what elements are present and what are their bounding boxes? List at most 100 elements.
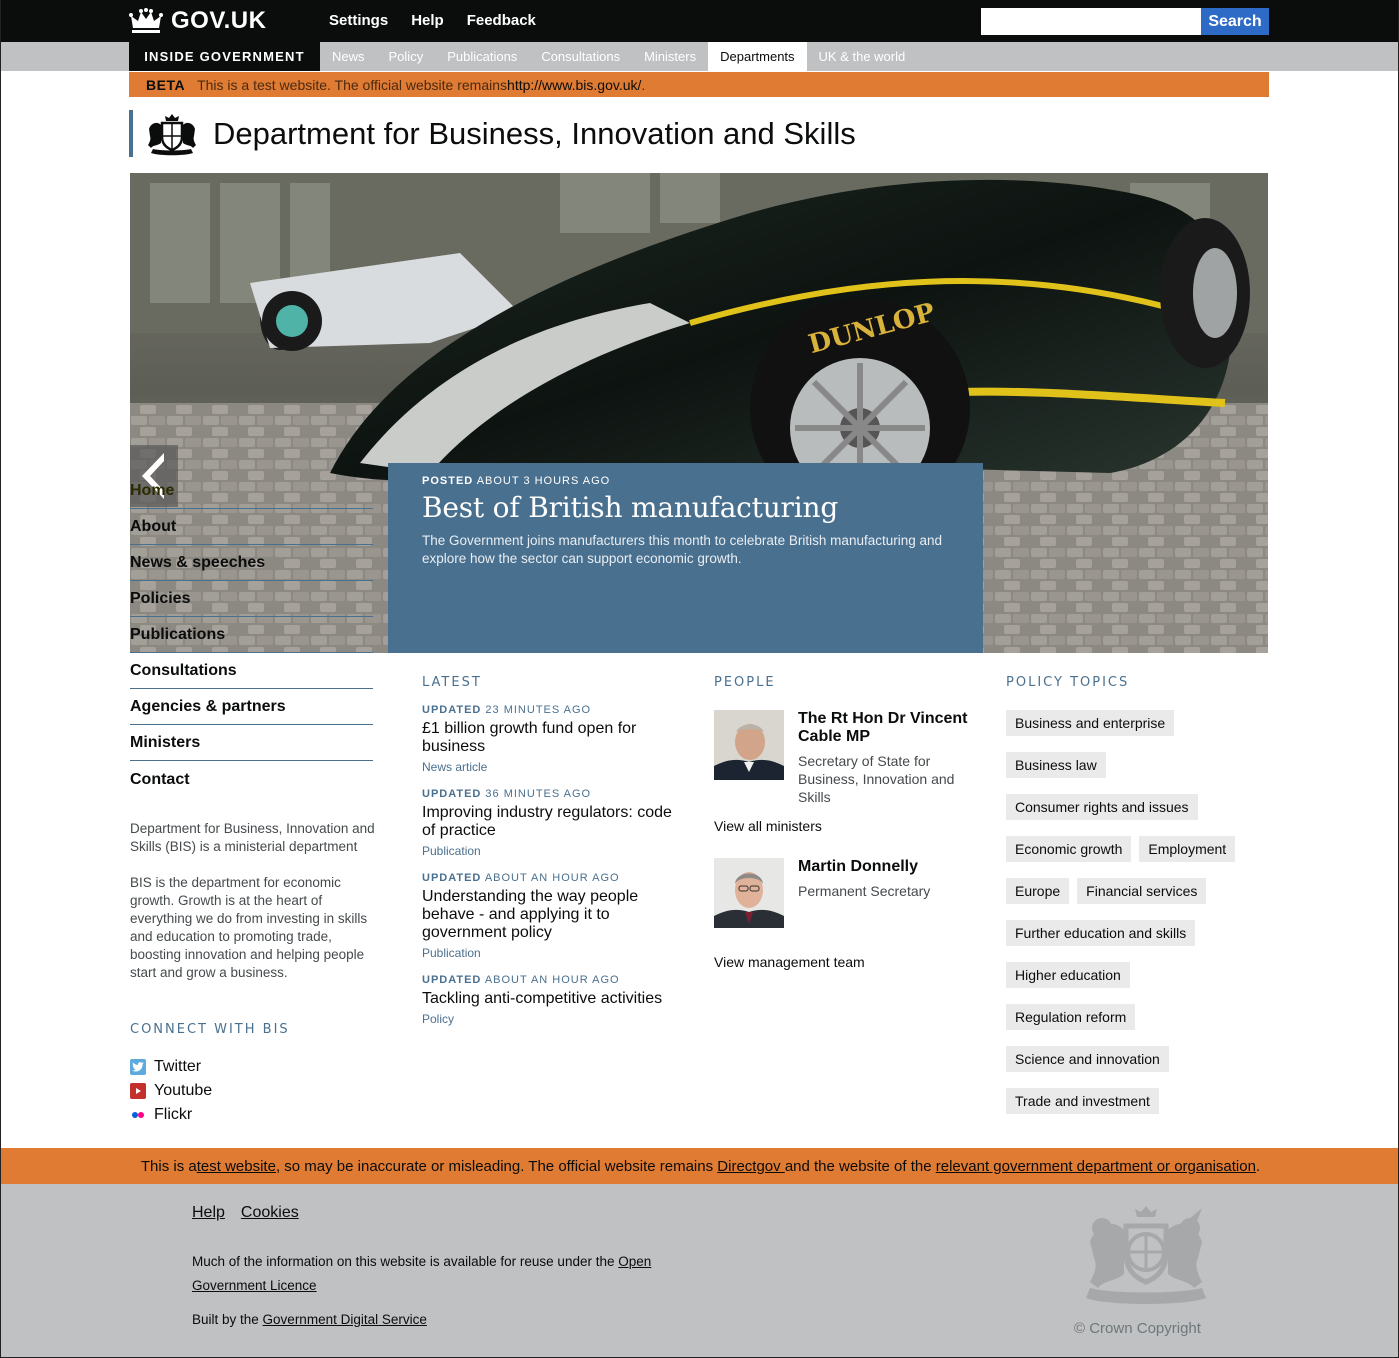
nav-publications[interactable]: Publications [130,617,373,653]
reuse-notice: Much of the information on this website … [192,1250,672,1298]
royal-coat-of-arms-icon [1086,1206,1206,1304]
feedback-link[interactable]: Feedback [467,12,536,29]
topic-chip[interactable]: Europe [1006,878,1070,904]
latest-title-link[interactable]: £1 billion growth fund open for business [422,720,687,756]
relevant-department-link[interactable]: relevant government department or organi… [936,1158,1256,1175]
flickr-label: Flickr [154,1106,193,1123]
gds-link[interactable]: Government Digital Service [263,1312,427,1327]
view-all-ministers-link[interactable]: View all ministers [714,818,984,834]
updated-label: UPDATED [422,788,482,800]
topic-chip[interactable]: Further education and skills [1006,920,1196,946]
footer-cookies-link[interactable]: Cookies [241,1204,299,1222]
footer: Help Cookies Much of the information on … [1,1184,1398,1357]
test-website-link[interactable]: test website [197,1158,276,1175]
twitter-icon [130,1059,146,1075]
beta-tag: BETA [146,76,186,93]
section-nav: INSIDE GOVERNMENT News Policy Publicatio… [1,42,1398,71]
nav-about[interactable]: About [130,509,373,545]
view-management-team-link[interactable]: View management team [714,954,984,970]
latest-item: UPDATED ABOUT AN HOUR AGO Tackling anti-… [422,974,687,1026]
latest-title-link[interactable]: Tackling anti-competitive activities [422,990,687,1008]
latest-type: Publication [422,844,481,858]
people-heading: PEOPLE [714,675,776,690]
latest-updated: UPDATED 23 MINUTES AGO [422,704,687,716]
flickr-icon [130,1107,146,1123]
nav-news-speeches[interactable]: News & speeches [130,545,373,581]
official-card: Martin Donnelly Permanent Secretary [714,858,984,928]
featured-title[interactable]: Best of British manufacturing [422,491,949,524]
about-paragraph-1: Department for Business, Innovation and … [130,821,375,854]
topic-chip[interactable]: Consumer rights and issues [1006,794,1198,820]
topic-chip[interactable]: Science and innovation [1006,1046,1169,1072]
topic-chip[interactable]: Business law [1006,752,1106,778]
updated-label: UPDATED [422,704,482,716]
top-nav: Settings Help Feedback [329,12,536,29]
topic-chip[interactable]: Higher education [1006,962,1130,988]
updated-time: ABOUT AN HOUR AGO [484,872,620,884]
social-links: Twitter Youtube Flickr [130,1055,212,1127]
minister-name[interactable]: The Rt Hon Dr Vincent Cable MP [798,710,984,746]
official-name[interactable]: Martin Donnelly [798,858,930,876]
people-section: PEOPLE The Rt Hon Dr Vincent Cable MP Se… [714,675,984,970]
help-link[interactable]: Help [411,12,444,29]
tab-ministers[interactable]: Ministers [632,42,708,71]
tab-news[interactable]: News [320,42,377,71]
policy-topics-section: POLICY TOPICS Business and enterprise Bu… [1006,675,1266,1114]
latest-title-link[interactable]: Improving industry regulators: code of p… [422,804,687,840]
warning-text-c: and the website of the [784,1157,936,1175]
settings-link[interactable]: Settings [329,12,388,29]
latest-type: Publication [422,946,481,960]
flickr-link[interactable]: Flickr [130,1103,212,1127]
updated-label: UPDATED [422,974,482,986]
featured-story[interactable]: POSTED ABOUT 3 HOURS AGO Best of British… [388,463,983,653]
latest-updated: UPDATED ABOUT AN HOUR AGO [422,872,687,884]
posted-time: ABOUT 3 HOURS AGO [476,475,611,487]
nav-ministers[interactable]: Ministers [130,725,373,761]
topic-chip[interactable]: Financial services [1077,878,1207,904]
reuse-text: Much of the information on this website … [192,1254,619,1269]
youtube-link[interactable]: Youtube [130,1079,212,1103]
minister-card: The Rt Hon Dr Vincent Cable MP Secretary… [714,710,984,806]
page-title: Department for Business, Innovation and … [213,115,856,151]
nav-home[interactable]: Home [130,473,373,509]
department-nav: Home About News & speeches Policies Publ… [130,473,373,797]
topic-chip[interactable]: Trade and investment [1006,1088,1159,1114]
topic-chip[interactable]: Business and enterprise [1006,710,1175,736]
youtube-icon [130,1083,146,1099]
topic-chip[interactable]: Employment [1139,836,1236,862]
tab-departments[interactable]: Departments [708,42,807,71]
nav-policies[interactable]: Policies [130,581,373,617]
tab-publications[interactable]: Publications [435,42,529,71]
latest-section: LATEST UPDATED 23 MINUTES AGO £1 billion… [422,675,687,1026]
latest-title-link[interactable]: Understanding the way people behave - an… [422,888,687,942]
updated-time: 23 MINUTES AGO [485,704,592,716]
official-photo[interactable] [714,858,784,928]
top-bar: GOV.UK Settings Help Feedback Search [1,0,1398,42]
tab-consultations[interactable]: Consultations [529,42,632,71]
search-button[interactable]: Search [1201,8,1269,35]
minister-photo[interactable] [714,710,784,780]
footer-help-link[interactable]: Help [192,1204,225,1222]
page: GOV.UK Settings Help Feedback Search INS… [0,0,1399,1358]
tab-policy[interactable]: Policy [377,42,436,71]
nav-agencies-partners[interactable]: Agencies & partners [130,689,373,725]
govuk-logo[interactable]: GOV.UK [129,6,266,36]
beta-banner: BETA This is a test website. The officia… [129,72,1269,97]
directgov-link[interactable]: Directgov [717,1158,785,1175]
search-input[interactable] [981,8,1201,35]
nav-consultations[interactable]: Consultations [130,653,373,689]
nav-contact[interactable]: Contact [130,761,373,797]
topic-chip[interactable]: Regulation reform [1006,1004,1136,1030]
tab-uk-and-the-world[interactable]: UK & the world [807,42,918,71]
footer-links: Help Cookies [192,1204,299,1222]
test-website-warning: This is a test website, so may be inaccu… [1,1148,1398,1184]
twitter-label: Twitter [154,1058,202,1075]
official-site-link[interactable]: http://www.bis.gov.uk/ [507,77,641,93]
inside-government-label[interactable]: INSIDE GOVERNMENT [129,42,320,71]
twitter-link[interactable]: Twitter [130,1055,212,1079]
topic-chip[interactable]: Economic growth [1006,836,1132,862]
youtube-label: Youtube [154,1082,213,1099]
department-description: Department for Business, Innovation and … [130,820,385,1000]
latest-updated: UPDATED ABOUT AN HOUR AGO [422,974,687,986]
warning-text-a: This is a [140,1157,197,1175]
